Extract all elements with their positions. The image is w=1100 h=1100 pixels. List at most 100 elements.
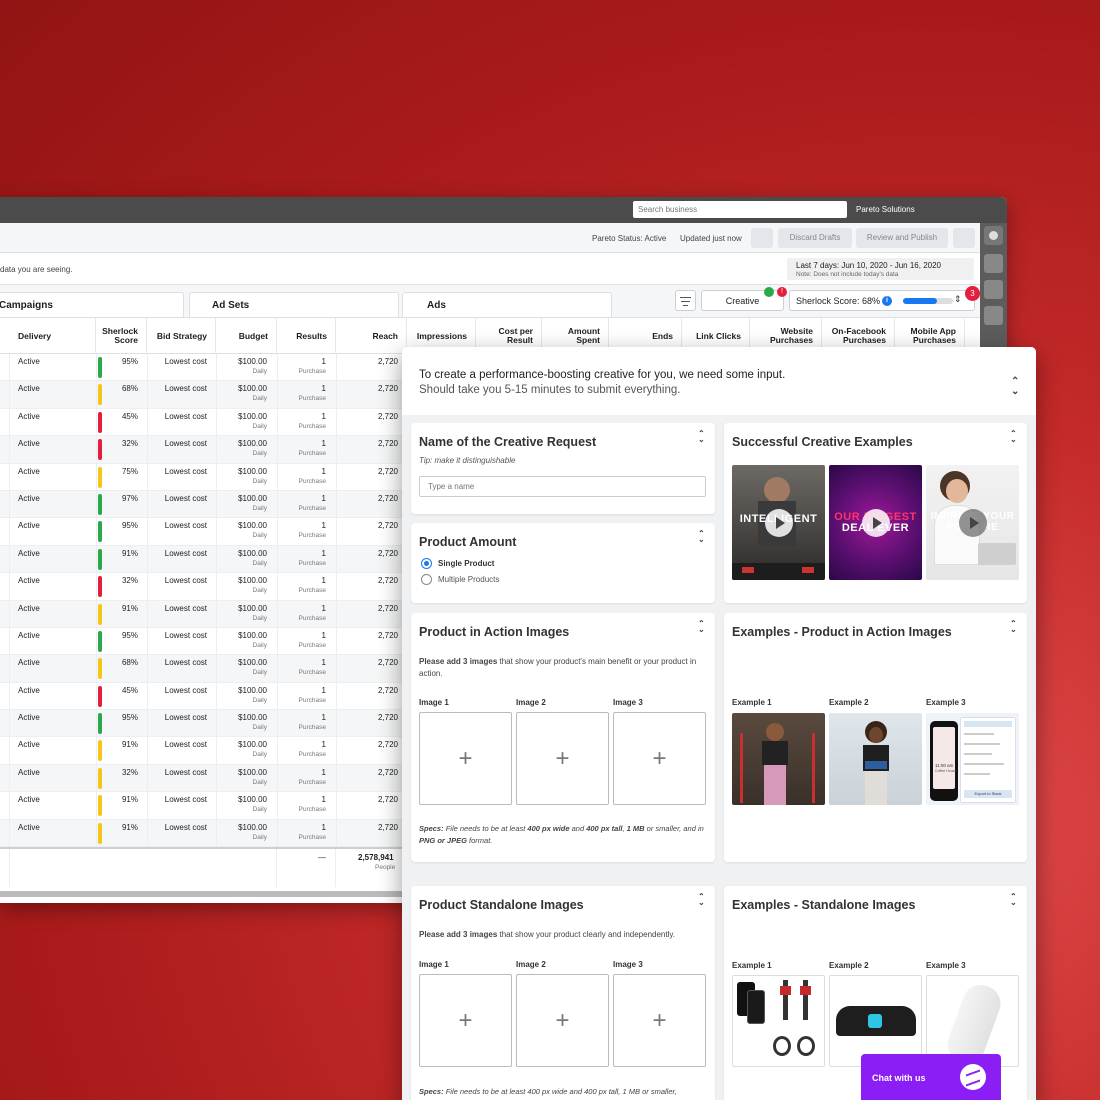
delivery-status: Active <box>18 439 40 449</box>
score-indicator <box>98 357 102 378</box>
collapse-icon[interactable]: ⌃ ⌄ <box>1010 620 1017 634</box>
collapse-icon[interactable]: ⌃ ⌄ <box>698 893 705 907</box>
bid-strategy: Lowest cost <box>164 548 207 558</box>
results-type: Purchase <box>298 724 326 732</box>
upload-slot-1[interactable]: + <box>419 974 512 1067</box>
budget-value: $100.00 <box>238 576 267 586</box>
play-icon[interactable] <box>861 508 890 537</box>
info-icon[interactable]: i <box>882 296 892 306</box>
plus-icon: + <box>458 1006 473 1034</box>
score-indicator <box>98 767 102 789</box>
col-budget[interactable]: Budget <box>216 318 277 354</box>
specs-text: Specs: File needs to be at least 400 px … <box>419 824 704 845</box>
bid-strategy: Lowest cost <box>164 795 207 805</box>
budget-period: Daily <box>252 422 267 430</box>
results-type: Purchase <box>298 669 326 677</box>
stepper-icon[interactable]: ⇕ <box>954 294 962 305</box>
chat-indicator-icon <box>764 287 774 297</box>
upload-slot-1[interactable]: + <box>419 712 512 805</box>
multiple-products-radio[interactable]: Multiple Products <box>421 574 499 585</box>
delivery-status: Active <box>18 466 40 476</box>
collapse-icon[interactable]: ⌃ ⌄ <box>1010 893 1017 907</box>
pareto-status: Pareto Status: Active <box>592 234 667 243</box>
sherlock-score-selector[interactable]: Sherlock Score: 68% i ⇕ 3 <box>789 286 980 311</box>
collapse-icon[interactable]: ⌃ ⌄ <box>698 430 705 444</box>
tab-adsets[interactable]: Ad Sets <box>189 292 399 317</box>
upload-slot-3[interactable]: + <box>613 712 706 805</box>
rail-button-3[interactable] <box>984 306 1003 325</box>
video-thumbnail-3[interactable]: IMPROVE YOUR POSTURE <box>926 465 1019 580</box>
close-icon[interactable] <box>984 226 1003 245</box>
col-results[interactable]: Results <box>277 318 336 354</box>
collapse-icon[interactable]: ⌃ ⌄ <box>698 530 705 544</box>
creative-name-input[interactable] <box>419 476 706 497</box>
collapse-icon[interactable]: ⌃ ⌄ <box>1011 377 1019 397</box>
delivery-status: Active <box>18 822 40 832</box>
upload-slot-2[interactable]: + <box>516 712 609 805</box>
col-delivery[interactable]: Delivery <box>0 318 96 354</box>
sherlock-score: 68% <box>121 384 138 394</box>
image-1-label: Image 1 <box>419 698 449 707</box>
sherlock-score: 32% <box>121 576 138 586</box>
score-indicator <box>98 713 102 735</box>
collapse-icon[interactable]: ⌃ ⌄ <box>698 620 705 634</box>
collapse-icon[interactable]: ⌃ ⌄ <box>1010 430 1017 444</box>
creative-button[interactable]: Creative ! <box>701 287 787 311</box>
results-value: 1 <box>321 521 326 531</box>
total-reach-unit: People <box>375 864 396 871</box>
rail-button-1[interactable] <box>984 254 1003 273</box>
budget-value: $100.00 <box>238 822 267 832</box>
sherlock-score: 45% <box>121 685 138 695</box>
more-button[interactable] <box>953 228 975 248</box>
results-value: 1 <box>321 822 326 832</box>
account-name[interactable]: Pareto Solutions <box>856 205 915 214</box>
budget-period: Daily <box>252 532 267 540</box>
score-indicator <box>98 576 102 598</box>
delivery-status: Active <box>18 630 40 640</box>
notification-badge[interactable]: 3 <box>965 286 980 301</box>
budget-value: $100.00 <box>238 603 267 613</box>
col-reach[interactable]: Reach <box>336 318 407 354</box>
play-icon[interactable] <box>764 508 793 537</box>
date-range-picker[interactable]: Last 7 days: Jun 10, 2020 - Jun 16, 2020… <box>787 258 974 280</box>
budget-value: $100.00 <box>238 439 267 449</box>
tab-campaigns[interactable]: Campaigns <box>0 292 184 317</box>
delivery-status: Active <box>18 795 40 805</box>
results-value: 1 <box>321 603 326 613</box>
radio-selected-icon[interactable] <box>421 558 432 569</box>
date-range: Last 7 days: Jun 10, 2020 - Jun 16, 2020 <box>796 261 941 270</box>
tab-ads[interactable]: Ads <box>402 292 612 317</box>
play-icon[interactable] <box>958 508 987 537</box>
budget-period: Daily <box>252 778 267 786</box>
upload-slot-2[interactable]: + <box>516 974 609 1067</box>
results-type: Purchase <box>298 614 326 622</box>
video-thumbnail-2[interactable]: OUR BIGGEST DEAL EVER <box>829 465 922 580</box>
col-bid-strategy[interactable]: Bid Strategy <box>147 318 216 354</box>
filter-icon[interactable] <box>675 290 696 311</box>
review-publish-button[interactable]: Review and Publish <box>856 228 948 248</box>
example-image-1 <box>732 713 825 805</box>
discard-drafts-button[interactable]: Discard Drafts <box>778 228 852 248</box>
search-business-input[interactable] <box>633 201 847 218</box>
results-value: 1 <box>321 630 326 640</box>
reach-value: 2,720 <box>377 658 398 668</box>
sherlock-score: 97% <box>121 493 138 503</box>
sherlock-score: 91% <box>121 822 138 832</box>
chat-with-us-button[interactable]: Chat with us <box>861 1054 1001 1100</box>
refresh-button[interactable] <box>751 228 773 248</box>
rail-button-2[interactable] <box>984 280 1003 299</box>
bid-strategy: Lowest cost <box>164 740 207 750</box>
successful-examples-title: Successful Creative Examples <box>732 435 913 449</box>
messenger-icon <box>960 1064 986 1090</box>
upload-slot-3[interactable]: + <box>613 974 706 1067</box>
radio-unselected-icon[interactable] <box>421 574 432 585</box>
video-thumbnail-1[interactable]: INTELLIGENT <box>732 465 825 580</box>
score-indicator <box>98 411 102 433</box>
total-results: — <box>318 853 326 862</box>
results-type: Purchase <box>298 504 326 512</box>
reach-value: 2,720 <box>377 439 398 449</box>
col-sherlock-score[interactable]: Sherlock Score <box>96 318 147 354</box>
sherlock-score: 91% <box>121 795 138 805</box>
alert-badge: ! <box>777 287 787 297</box>
single-product-radio[interactable]: Single Product <box>421 558 494 569</box>
